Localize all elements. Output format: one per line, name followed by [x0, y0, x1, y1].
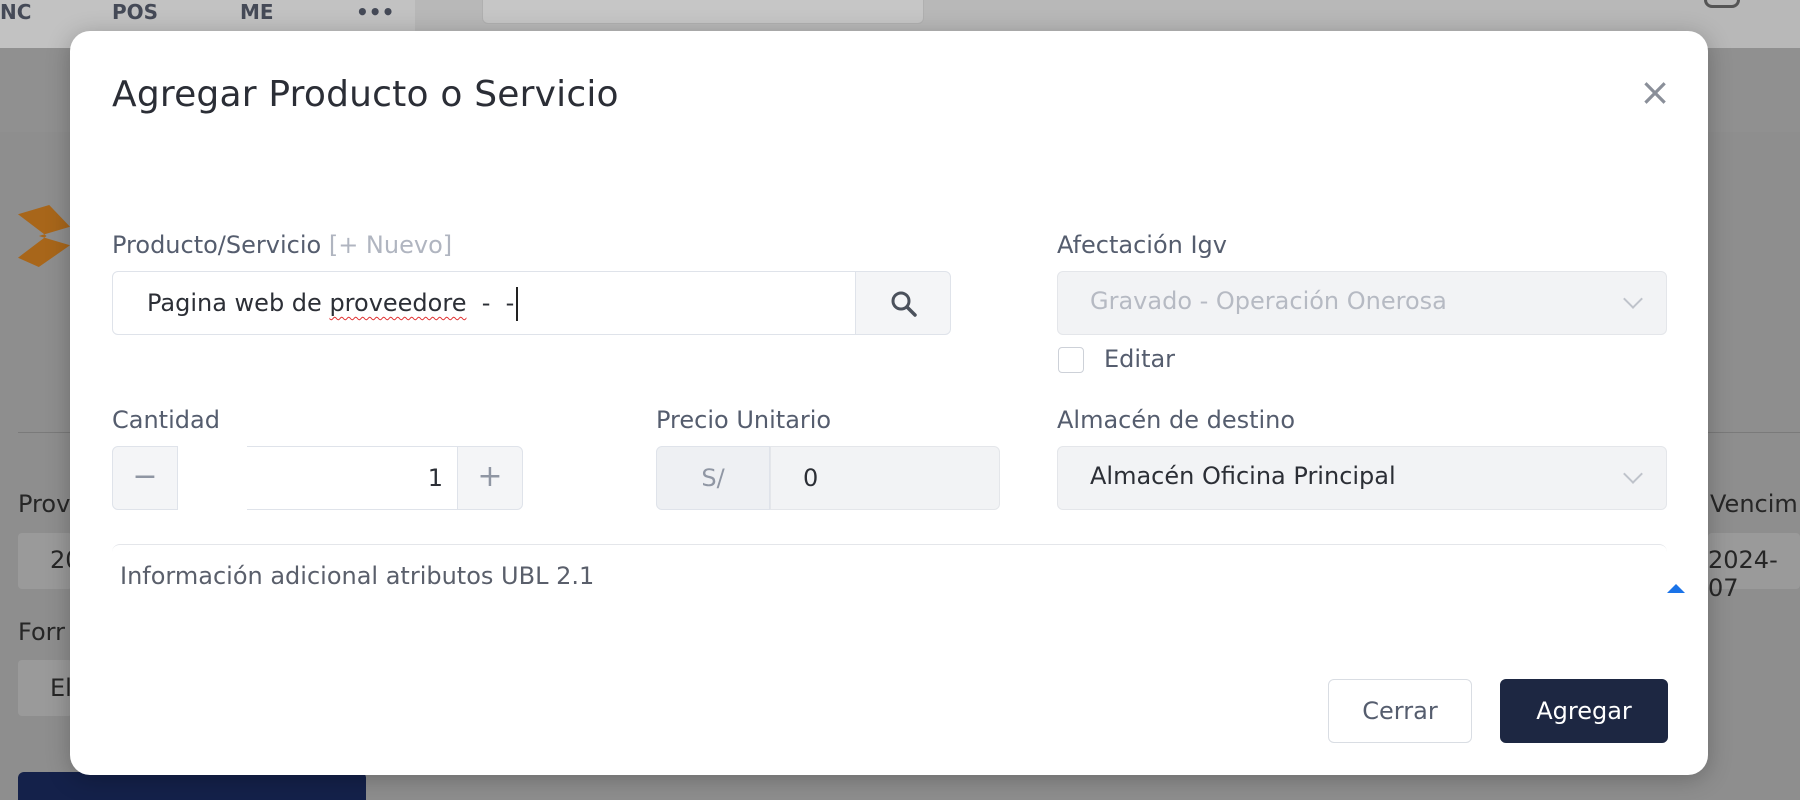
product-label-text: Producto/Servicio — [112, 231, 322, 259]
background-user-icon — [1704, 0, 1740, 8]
product-label: Producto/Servicio [+ Nuevo] — [112, 231, 452, 259]
background-label-prov: Prov — [18, 490, 71, 518]
igv-label: Afectación Igv — [1057, 231, 1227, 259]
background-label-form: Forr — [18, 618, 65, 646]
product-value-suffix: - - — [466, 289, 515, 317]
search-button[interactable] — [855, 271, 951, 335]
unit-price-input[interactable]: 0 — [770, 446, 1000, 510]
background-value-form: El — [50, 674, 72, 702]
product-input-value: Pagina web de proveedore - - — [147, 287, 519, 321]
edit-igv-checkbox[interactable] — [1058, 347, 1084, 373]
product-search-input[interactable]: Pagina web de proveedore - - — [112, 271, 856, 335]
additional-info-toggle[interactable]: Información adicional atributos UBL 2.1 — [112, 544, 1685, 608]
currency-prefix: S/ — [656, 446, 770, 510]
warehouse-select[interactable]: Almacén Oficina Principal — [1057, 446, 1667, 510]
caret-up-icon — [1667, 584, 1685, 593]
quantity-label: Cantidad — [112, 406, 220, 434]
warehouse-label: Almacén de destino — [1057, 406, 1296, 434]
quantity-increment-button[interactable]: + — [457, 446, 523, 510]
product-value-misspelled: proveedore — [329, 289, 467, 317]
search-icon — [891, 291, 917, 317]
add-button[interactable]: Agregar — [1500, 679, 1668, 743]
modal-title: Agregar Producto o Servicio — [112, 74, 619, 115]
cancel-button[interactable]: Cerrar — [1328, 679, 1472, 743]
quantity-decrement-button[interactable]: − — [112, 446, 178, 510]
add-product-modal: Agregar Producto o Servicio × Producto/S… — [70, 31, 1708, 775]
warehouse-select-value: Almacén Oficina Principal — [1090, 462, 1396, 490]
quantity-input[interactable]: 1 — [247, 446, 457, 510]
edit-igv-label[interactable]: Editar — [1104, 345, 1175, 373]
background-label-vencimiento: Vencim — [1710, 490, 1798, 518]
text-caret — [516, 287, 519, 321]
background-tab-more: ••• — [356, 0, 395, 24]
background-tab-nc: NC — [0, 0, 32, 24]
background-tab-pos: POS — [112, 0, 159, 24]
igv-select-value: Gravado - Operación Onerosa — [1090, 287, 1447, 315]
background-value-date: 2024-07 — [1708, 546, 1778, 602]
background-search — [482, 0, 924, 24]
close-icon[interactable]: × — [1638, 73, 1672, 111]
chevron-down-icon — [1623, 289, 1643, 309]
background-button — [18, 772, 366, 800]
chevron-down-icon — [1623, 464, 1643, 484]
new-product-link[interactable]: [+ Nuevo] — [329, 231, 452, 259]
product-value-prefix: Pagina web de — [147, 289, 330, 317]
igv-select: Gravado - Operación Onerosa — [1057, 271, 1667, 335]
background-tab-me: ME — [240, 0, 274, 24]
additional-info-label: Información adicional atributos UBL 2.1 — [120, 562, 595, 590]
unit-price-label: Precio Unitario — [656, 406, 832, 434]
